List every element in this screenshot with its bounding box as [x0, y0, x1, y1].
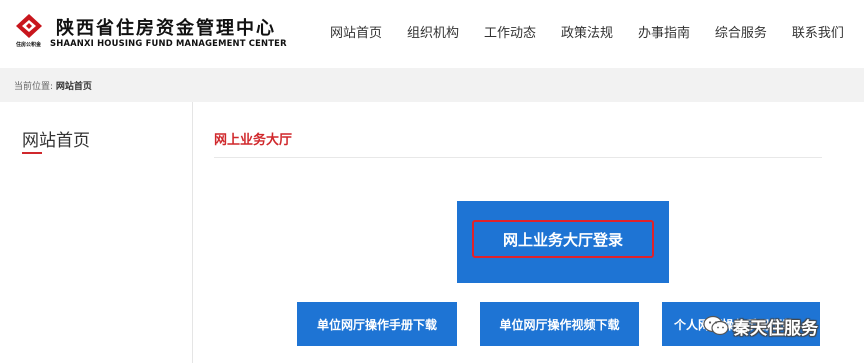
watermark: 秦天住服务 — [703, 312, 818, 340]
watermark-text: 秦天住服务 — [733, 318, 818, 339]
breadcrumb: 当前位置: 网站首页 — [14, 79, 92, 92]
nav-item-news[interactable]: 工作动态 — [484, 22, 536, 41]
logo-small-text: 住房公积金 — [16, 42, 42, 48]
nav-item-guide[interactable]: 办事指南 — [638, 22, 690, 41]
breadcrumb-current[interactable]: 网站首页 — [56, 82, 92, 92]
login-panel[interactable]: 网上业务大厅登录 — [457, 201, 669, 283]
logo-title-cn: 陕西省住房资金管理中心 — [56, 18, 276, 39]
sidebar-title[interactable]: 网站首页 — [22, 126, 90, 151]
section-title: 网上业务大厅 — [214, 133, 293, 148]
site-logo[interactable]: 住房公积金 陕西省住房资金管理中心 SHAANXI HOUSING FUND M… — [16, 12, 316, 56]
unit-video-download-button[interactable]: 单位网厅操作视频下载 — [480, 302, 639, 346]
nav-item-services[interactable]: 综合服务 — [715, 22, 767, 41]
online-hall-login-button[interactable]: 网上业务大厅登录 — [472, 220, 654, 258]
site-header: 住房公积金 陕西省住房资金管理中心 SHAANXI HOUSING FUND M… — [0, 0, 864, 68]
sidebar: 网站首页 — [0, 102, 193, 363]
nav-item-home[interactable]: 网站首页 — [330, 22, 382, 41]
sidebar-title-underline — [22, 152, 42, 154]
main-nav: 网站首页 组织机构 工作动态 政策法规 办事指南 综合服务 联系我们 — [330, 22, 844, 41]
breadcrumb-prefix: 当前位置: — [14, 82, 54, 92]
nav-item-policies[interactable]: 政策法规 — [561, 22, 613, 41]
wechat-icon — [703, 315, 729, 336]
breadcrumb-bar: 当前位置: 网站首页 — [0, 68, 864, 102]
logo-title-en: SHAANXI HOUSING FUND MANAGEMENT CENTER — [50, 38, 287, 48]
unit-manual-download-button[interactable]: 单位网厅操作手册下载 — [297, 302, 457, 346]
section-divider — [214, 157, 822, 158]
nav-item-organization[interactable]: 组织机构 — [407, 22, 459, 41]
nav-item-contact[interactable]: 联系我们 — [792, 22, 844, 41]
